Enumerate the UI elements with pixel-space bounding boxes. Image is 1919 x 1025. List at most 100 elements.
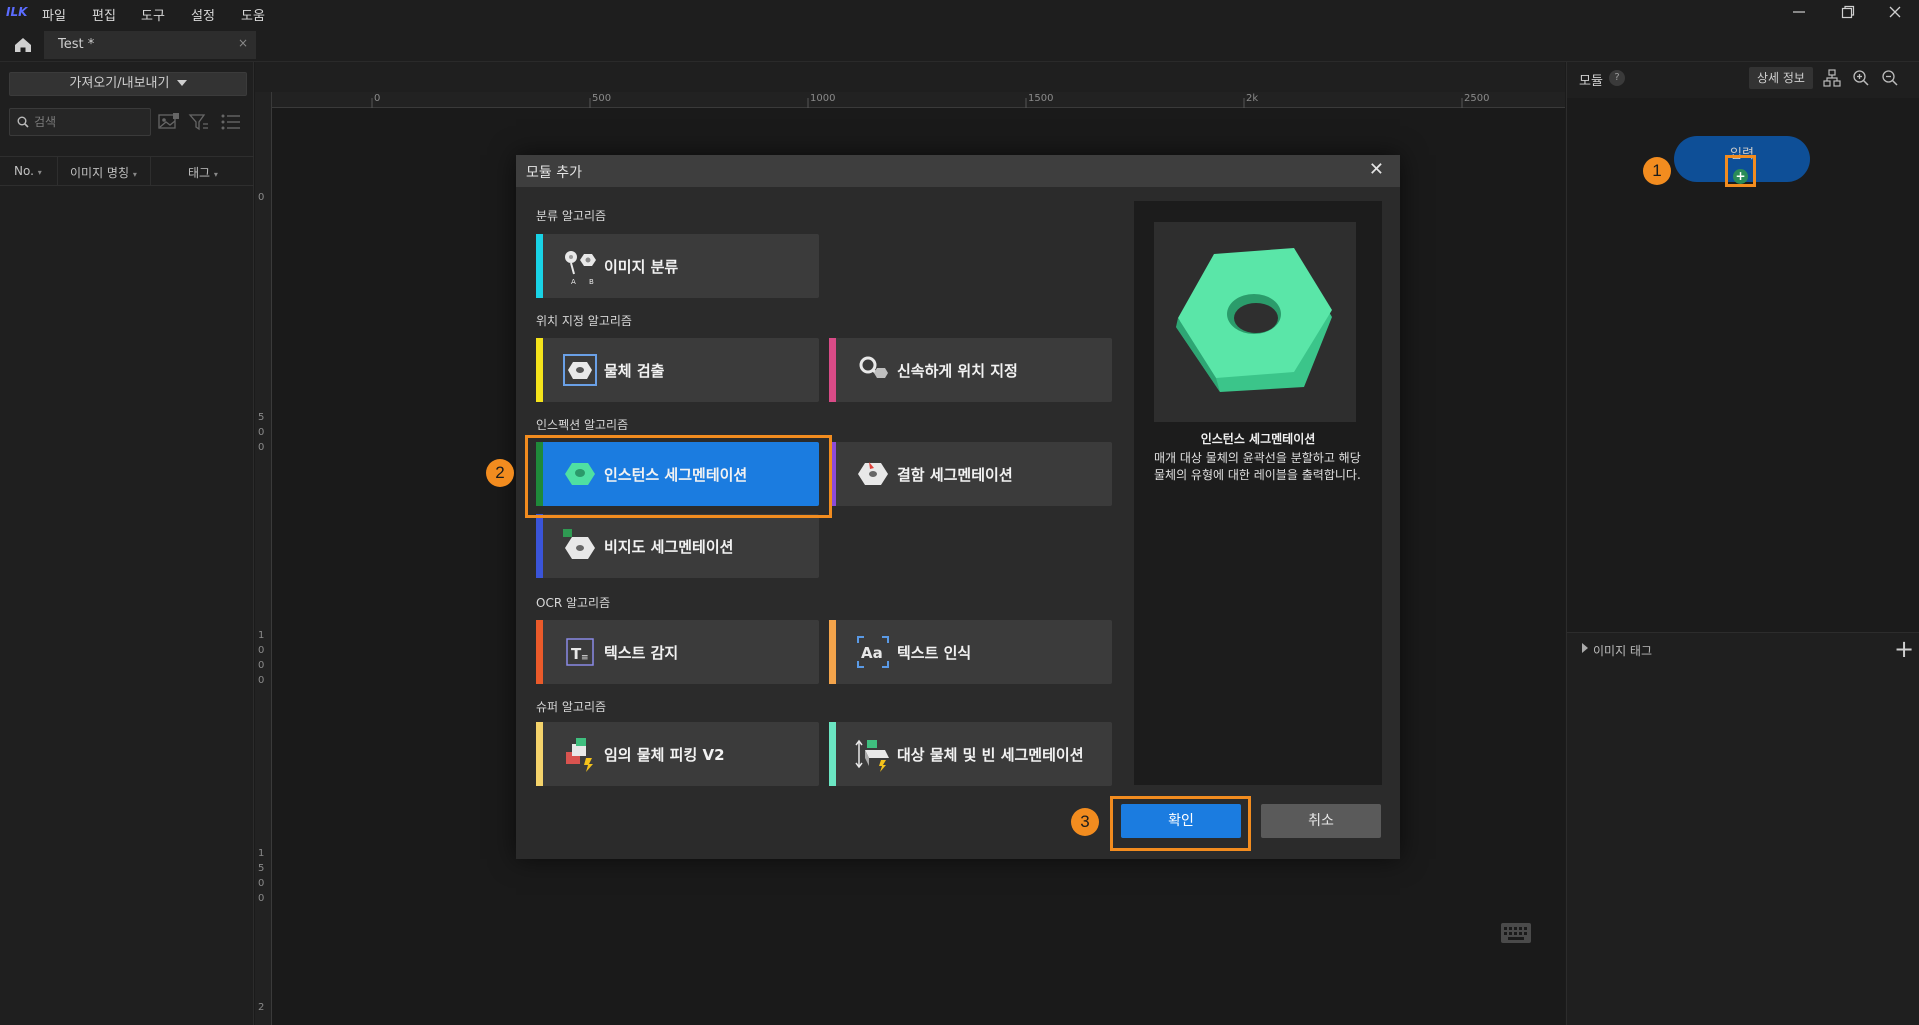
tab-bar: Test * × — [0, 28, 1919, 62]
preview-description: 매개 대상 물체의 윤곽선을 분할하고 해당 물체의 유형에 대한 레이블을 출… — [1154, 451, 1361, 482]
card-accent-strip — [536, 338, 543, 402]
column-header-tag[interactable]: 태그 ▾ — [188, 164, 218, 181]
menu-bar: ILK 파일 편집 도구 설정 도움 — [0, 0, 1919, 28]
tab-test[interactable]: Test * × — [44, 31, 256, 59]
callout-number: 1 — [1643, 157, 1671, 185]
card-accent-strip — [536, 234, 543, 298]
classification-icon: AB — [562, 248, 596, 286]
close-window-icon[interactable] — [1880, 3, 1910, 25]
random-picking-icon — [562, 736, 596, 772]
card-image-classification[interactable]: AB 이미지 분류 — [536, 234, 819, 298]
fast-positioning-icon — [855, 352, 889, 388]
callout-number: 2 — [486, 459, 514, 487]
preview-title: 인스턴스 세그멘테이션 — [1200, 432, 1316, 446]
search-field[interactable] — [9, 108, 151, 136]
restore-icon[interactable] — [1833, 3, 1863, 25]
module-panel: 모듈 ? 상세 정보 입력 + 이미지 태그 + — [1566, 62, 1919, 1025]
section-label-positioning: 위치 지정 알고리즘 — [536, 314, 632, 328]
card-accent-strip — [829, 722, 836, 786]
vertical-ruler: 0 5 0 0 1 0 0 0 1 5 0 0 2 — [255, 92, 272, 1025]
svg-text:Aa: Aa — [861, 644, 883, 662]
section-label-classification: 분류 알고리즘 — [536, 209, 607, 223]
horizontal-ruler: 0 500 1000 1500 2k 2500 — [272, 92, 1565, 108]
expand-arrow-icon[interactable] — [1581, 643, 1589, 653]
hierarchy-icon[interactable] — [1823, 69, 1841, 91]
zoom-in-icon[interactable] — [1852, 69, 1870, 91]
callout-highlight — [1110, 796, 1251, 851]
cancel-button[interactable]: 취소 — [1261, 804, 1381, 838]
search-input[interactable] — [34, 113, 146, 131]
menu-help[interactable]: 도움 — [241, 5, 265, 24]
caret-down-icon — [176, 80, 187, 86]
tab-label: Test * — [58, 37, 95, 52]
menu-edit[interactable]: 편집 — [92, 5, 116, 24]
image-table-header: No. ▾ 이미지 명칭 ▾ 태그 ▾ — [0, 156, 254, 186]
menu-settings[interactable]: 설정 — [191, 5, 215, 24]
app-logo: ILK — [6, 5, 28, 19]
card-accent-strip — [829, 338, 836, 402]
card-label: 텍스트 인식 — [897, 644, 972, 662]
svg-text:B: B — [589, 278, 594, 286]
card-label: 신속하게 위치 지정 — [897, 362, 1018, 380]
close-icon[interactable]: ✕ — [1369, 159, 1384, 180]
help-icon[interactable]: ? — [1609, 70, 1625, 86]
add-tag-icon[interactable]: + — [1894, 635, 1914, 663]
tab-close-icon[interactable]: × — [238, 36, 248, 50]
unsupervised-segmentation-icon — [562, 528, 596, 564]
bin-segmentation-icon — [855, 736, 889, 772]
section-label-inspection: 인스펙션 알고리즘 — [536, 418, 629, 432]
menu-file[interactable]: 파일 — [42, 5, 66, 24]
card-label: 물체 검출 — [604, 362, 665, 380]
text-detection-icon: T ≡ — [562, 634, 596, 670]
card-accent-strip — [536, 514, 543, 578]
home-icon[interactable] — [12, 34, 34, 56]
card-accent-strip — [536, 722, 543, 786]
card-label: 이미지 분류 — [604, 258, 679, 276]
column-header-image-name[interactable]: 이미지 명칭 ▾ — [70, 164, 137, 181]
card-unsupervised-segmentation[interactable]: 비지도 세그멘테이션 — [536, 514, 819, 578]
zoom-out-icon[interactable] — [1881, 69, 1899, 91]
card-label: 임의 물체 피킹 V2 — [604, 746, 725, 764]
callout-highlight — [1725, 155, 1756, 187]
dialog-title: 모듈 추가 — [526, 165, 582, 181]
card-random-picking-v2[interactable]: 임의 물체 피킹 V2 — [536, 722, 819, 786]
column-header-no[interactable]: No. ▾ — [14, 164, 42, 178]
text-recognition-icon: Aa — [855, 634, 889, 670]
preview-image — [1154, 222, 1356, 422]
import-export-label: 가져오기/내보내기 — [69, 76, 170, 91]
card-text-detection[interactable]: T ≡ 텍스트 감지 — [536, 620, 819, 684]
list-view-icon[interactable] — [220, 112, 242, 132]
menu-tools[interactable]: 도구 — [141, 5, 165, 24]
image-list-panel: 가져오기/내보내기 No. ▾ 이미지 명칭 ▾ 태그 ▾ — [0, 62, 254, 1025]
card-text-recognition[interactable]: Aa 텍스트 인식 — [829, 620, 1112, 684]
callout-highlight — [525, 435, 832, 518]
card-bin-segmentation[interactable]: 대상 물체 및 빈 세그멘테이션 — [829, 722, 1112, 786]
section-label-super: 슈퍼 알고리즘 — [536, 700, 607, 714]
filter-icon[interactable] — [188, 112, 210, 132]
image-add-icon[interactable] — [158, 112, 180, 132]
module-panel-title: 모듈 — [1579, 74, 1603, 89]
card-object-detection[interactable]: 물체 검출 — [536, 338, 819, 402]
card-accent-strip — [829, 620, 836, 684]
keyboard-icon[interactable] — [1500, 922, 1532, 944]
details-button[interactable]: 상세 정보 — [1749, 67, 1813, 89]
module-preview-panel: 인스턴스 세그멘테이션 매개 대상 물체의 윤곽선을 분할하고 해당 물체의 유… — [1134, 201, 1382, 785]
card-label: 비지도 세그멘테이션 — [604, 538, 734, 556]
search-icon — [17, 116, 29, 128]
svg-text:≡: ≡ — [581, 653, 589, 663]
card-label: 대상 물체 및 빈 세그멘테이션 — [897, 746, 1084, 764]
card-label: 텍스트 감지 — [604, 644, 679, 662]
object-detection-icon — [562, 352, 597, 388]
section-label-ocr: OCR 알고리즘 — [536, 596, 611, 610]
import-export-button[interactable]: 가져오기/내보내기 — [9, 72, 247, 96]
image-tag-section: 이미지 태그 + — [1567, 632, 1919, 663]
card-label: 결함 세그멘테이션 — [897, 466, 1013, 484]
svg-text:A: A — [571, 278, 576, 286]
image-tag-label: 이미지 태그 — [1593, 644, 1653, 658]
dialog-header: 모듈 추가 ✕ — [516, 155, 1400, 187]
card-fast-positioning[interactable]: 신속하게 위치 지정 — [829, 338, 1112, 402]
minimize-icon[interactable] — [1784, 3, 1814, 25]
card-defect-segmentation[interactable]: 결함 세그멘테이션 — [829, 442, 1112, 506]
callout-number: 3 — [1071, 808, 1099, 836]
card-accent-strip — [536, 620, 543, 684]
